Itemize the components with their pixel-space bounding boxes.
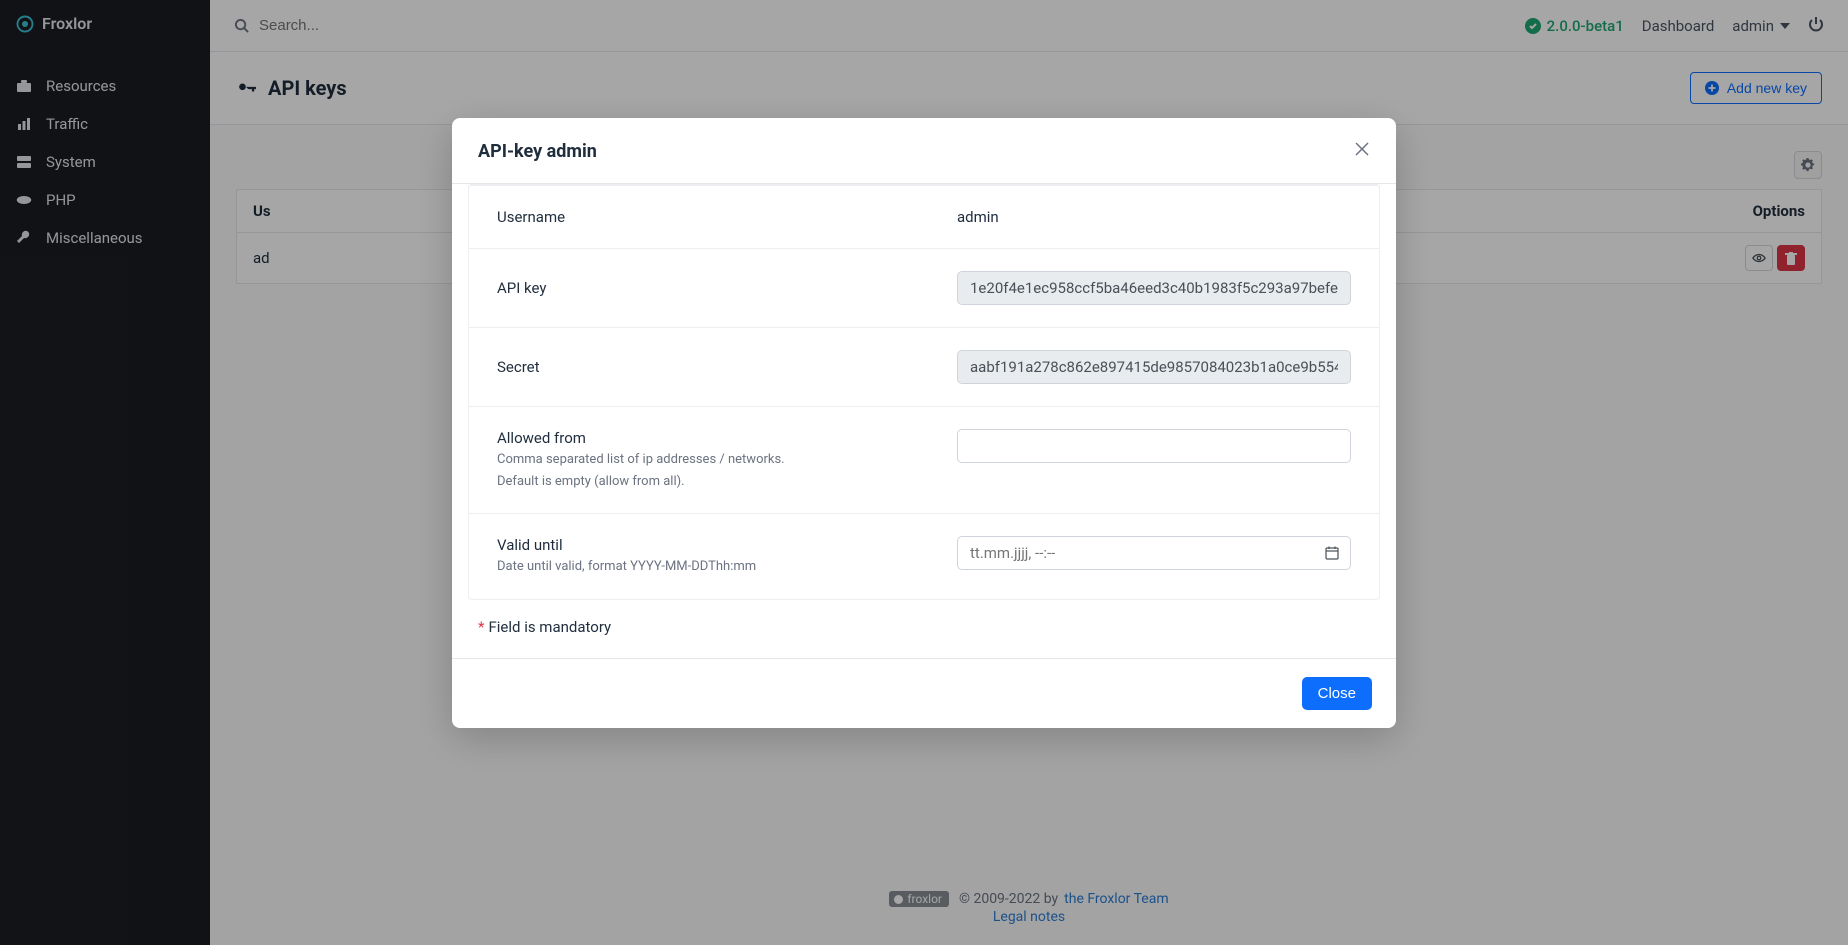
field-secret: Secret — [469, 328, 1379, 407]
modal-close-button[interactable] — [1354, 140, 1370, 163]
field-username: Username admin — [469, 185, 1379, 249]
valid-until-sub: Date until valid, format YYYY-MM-DDThh:m… — [497, 558, 937, 576]
username-label: Username — [497, 208, 937, 226]
valid-until-label: Valid until Date until valid, format YYY… — [497, 536, 937, 576]
mandatory-note: *Field is mandatory — [452, 600, 1396, 658]
field-valid-until: Valid until Date until valid, format YYY… — [469, 514, 1379, 598]
mandatory-asterisk: * — [478, 618, 484, 636]
allowed-from-sub2: Default is empty (allow from all). — [497, 473, 937, 491]
close-icon — [1354, 141, 1370, 157]
secret-label: Secret — [497, 358, 937, 376]
field-apikey: API key — [469, 249, 1379, 328]
close-button[interactable]: Close — [1302, 677, 1372, 710]
allowed-from-label: Allowed from Comma separated list of ip … — [497, 429, 937, 491]
valid-until-input[interactable] — [957, 536, 1351, 570]
secret-input[interactable] — [957, 350, 1351, 384]
mandatory-text: Field is mandatory — [488, 618, 611, 636]
modal-footer: Close — [452, 658, 1396, 728]
modal-title: API-key admin — [478, 141, 597, 162]
modal-body: Username admin API key Secret Allowed fr… — [452, 183, 1396, 658]
allowed-from-sub1: Comma separated list of ip addresses / n… — [497, 451, 937, 469]
apikey-input[interactable] — [957, 271, 1351, 305]
apikey-label: API key — [497, 279, 937, 297]
username-value: admin — [957, 208, 1351, 226]
allowed-from-input[interactable] — [957, 429, 1351, 463]
api-key-modal: API-key admin Username admin API key Sec… — [452, 118, 1396, 728]
modal-header: API-key admin — [452, 118, 1396, 183]
field-allowed-from: Allowed from Comma separated list of ip … — [469, 407, 1379, 514]
